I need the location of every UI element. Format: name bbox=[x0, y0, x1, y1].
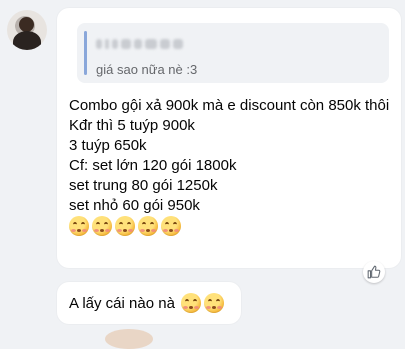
message-line: set nhỏ 60 gói 950k bbox=[69, 197, 200, 214]
message-line: Combo gội xả 900k mà e discount còn 850k… bbox=[69, 97, 390, 114]
message-text: A lấy cái nào nà bbox=[69, 294, 175, 312]
blushing-smile-emoji-icon bbox=[92, 216, 112, 236]
quoted-author-blurred bbox=[96, 37, 183, 51]
blushing-smile-emoji-icon bbox=[180, 293, 201, 313]
message-line: Cf: set lớn 120 gói 1800k bbox=[69, 157, 237, 174]
blushing-smile-emoji-icon bbox=[69, 216, 89, 236]
blushing-smile-emoji-icon bbox=[161, 216, 181, 236]
avatar-body bbox=[13, 31, 41, 50]
message-line: Kđr thì 5 tuýp 900k bbox=[69, 117, 195, 134]
like-reaction-button[interactable] bbox=[363, 261, 385, 283]
message-text: Combo gội xả 900k mà e discount còn 850k… bbox=[69, 96, 389, 236]
contact-avatar[interactable] bbox=[7, 10, 47, 50]
blushing-smile-emoji-icon bbox=[203, 293, 224, 313]
message-bubble[interactable]: giá sao nữa nè :3 Combo gội xả 900k mà e… bbox=[57, 8, 401, 268]
thumbs-up-icon bbox=[367, 265, 381, 279]
message-line: 3 tuýp 650k bbox=[69, 137, 147, 154]
blushing-smile-emoji-icon bbox=[115, 216, 135, 236]
avatar-head bbox=[19, 17, 34, 32]
blushing-smile-emoji-icon bbox=[138, 216, 158, 236]
emoji-row bbox=[69, 216, 389, 236]
quote-bar bbox=[84, 31, 87, 75]
message-line: set trung 80 gói 1250k bbox=[69, 177, 218, 194]
quoted-text: giá sao nữa nè :3 bbox=[96, 62, 198, 77]
emoji-row bbox=[180, 293, 224, 313]
quoted-reply[interactable]: giá sao nữa nè :3 bbox=[77, 23, 389, 83]
partial-avatar bbox=[105, 329, 153, 349]
message-bubble[interactable]: A lấy cái nào nà bbox=[57, 282, 241, 324]
